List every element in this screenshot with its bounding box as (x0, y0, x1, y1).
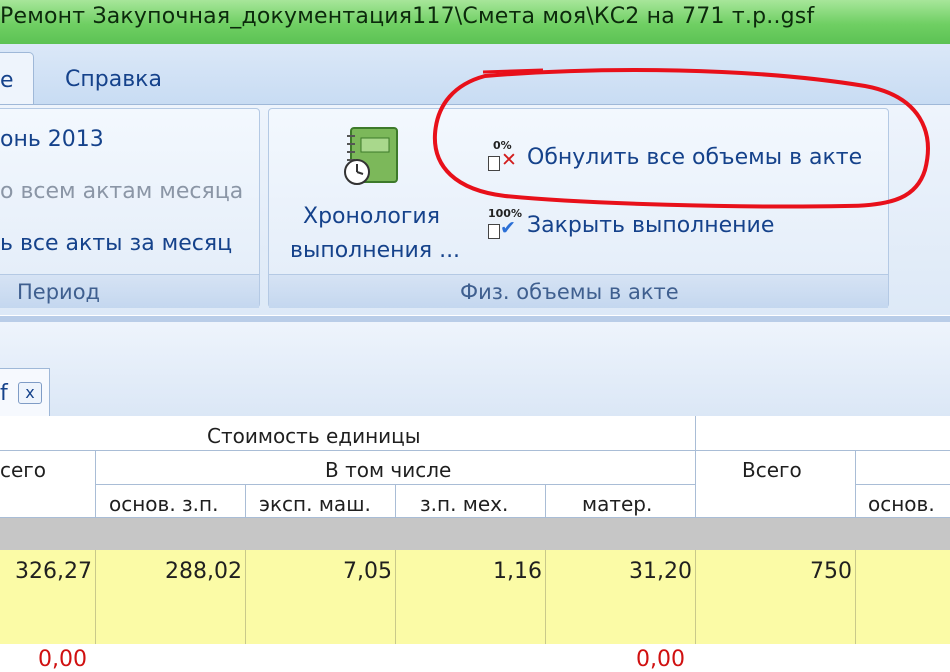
document-tab[interactable]: f x (0, 368, 50, 416)
header-mater: матер. (582, 492, 653, 516)
document-tab-label: f (0, 381, 8, 406)
period-month-item[interactable]: онь 2013 (0, 127, 104, 152)
header-including: В том числе (325, 458, 452, 482)
cell-zp-meh: 1,16 (493, 559, 542, 584)
period-all-acts-month-item[interactable]: ь все акты за месяц (0, 231, 232, 256)
period-all-acts-item[interactable]: о всем актам месяца (0, 179, 243, 204)
document-tab-bar (0, 322, 950, 416)
close-execution-label: Закрыть выполнение (527, 213, 775, 238)
header-zp-meh: з.п. мех. (420, 492, 509, 516)
cell-next-left: 0,00 (38, 647, 87, 672)
header-total: Всего (742, 458, 802, 482)
header-total-partial: сего (0, 458, 47, 482)
cell-osn-zp: 288,02 (165, 559, 242, 584)
grid-group-row (0, 518, 950, 550)
cell-grand-total: 750 (810, 559, 852, 584)
window-title: Ремонт Закупочная_документация117\Смета … (0, 4, 815, 29)
tab-active[interactable]: е (0, 52, 34, 104)
notebook-clock-icon (344, 127, 398, 185)
tab-active-label: е (0, 68, 14, 93)
cell-mater: 31,20 (629, 559, 692, 584)
group-period-label: Период (17, 280, 101, 304)
chronology-label-line2: выполнения ... (290, 238, 461, 263)
cell-next-right: 0,00 (636, 647, 685, 672)
table-row-next[interactable]: 0,00 0,00 (0, 644, 950, 672)
header-unit-cost: Стоимость единицы (207, 424, 421, 448)
group-phys-label: Физ. объемы в акте (460, 280, 679, 304)
cell-eksp-mash: 7,05 (343, 559, 392, 584)
tab-help[interactable]: Справка (65, 67, 162, 92)
header-osn-partial: основ. (868, 492, 935, 516)
cell-total: 326,27 (15, 559, 92, 584)
header-osn-zp: основ. з.п. (109, 492, 219, 516)
close-icon[interactable]: x (18, 382, 42, 404)
chronology-label-line1: Хронология (303, 204, 440, 229)
red-highlight-circle (432, 68, 930, 209)
table-row[interactable]: 326,27 288,02 7,05 1,16 31,20 750 (0, 550, 950, 644)
header-eksp-mash: эксп. маш. (259, 492, 371, 516)
grid-header: Стоимость единицы сего В том числе Всего… (0, 416, 950, 518)
